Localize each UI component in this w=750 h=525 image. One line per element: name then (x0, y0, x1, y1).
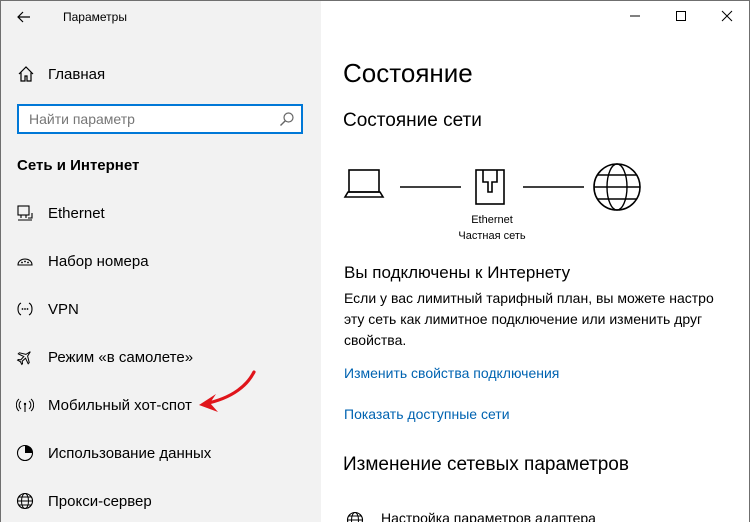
globe-icon (16, 492, 34, 510)
sidebar-item-proxy[interactable]: Прокси-сервер (0, 477, 321, 525)
sidebar-item-label: Ethernet (48, 204, 105, 222)
page-title: Состояние (343, 58, 473, 88)
ethernet-port-icon (475, 169, 505, 205)
sidebar: Параметры Главная Сеть и Интернет (0, 0, 321, 522)
close-icon (721, 10, 733, 22)
description-line: эту сеть как лимитное подключение или из… (344, 311, 703, 327)
close-button[interactable] (704, 0, 750, 32)
title-bar: Параметры (0, 0, 321, 34)
network-type: Частная сеть (458, 230, 526, 242)
description-line: свойства. (344, 332, 407, 348)
sidebar-item-label: VPN (48, 300, 79, 318)
minimize-button[interactable] (612, 0, 658, 32)
maximize-button[interactable] (658, 0, 704, 32)
ethernet-icon (16, 204, 34, 222)
connection-description: Если у вас лимитный тарифный план, вы мо… (344, 288, 750, 351)
section-title: Сеть и Интернет (17, 157, 140, 174)
dial-up-icon (16, 252, 34, 270)
adapter-caption: Ethernet Частная сеть (441, 212, 543, 244)
search-input[interactable] (19, 106, 279, 132)
sidebar-item-label: Набор номера (48, 252, 149, 270)
description-line: Если у вас лимитный тарифный план, вы мо… (344, 290, 714, 306)
home-label: Главная (48, 65, 106, 83)
annotation-arrow (199, 370, 256, 412)
computer-icon (343, 169, 385, 198)
sidebar-item-label: Прокси-сервер (48, 492, 152, 510)
adapter-settings-label: Настройка параметров адаптера (381, 510, 596, 522)
sidebar-item-mobile-hotspot[interactable]: Мобильный хот-спот (0, 381, 321, 429)
minimize-icon (630, 15, 640, 17)
app-title: Параметры (63, 10, 127, 24)
maximize-icon (676, 11, 686, 21)
hotspot-icon (16, 396, 34, 414)
data-usage-icon (16, 444, 34, 462)
adapter-settings-item[interactable]: Настройка параметров адаптера (343, 508, 743, 522)
sidebar-item-data-usage[interactable]: Использование данных (0, 429, 321, 477)
sidebar-item-label: Мобильный хот-спот (48, 396, 192, 414)
connected-heading: Вы подключены к Интернету (344, 263, 571, 282)
airplane-icon (16, 348, 34, 366)
sidebar-item-label: Режим «в самолете» (48, 348, 194, 366)
search-icon[interactable] (279, 111, 295, 127)
home-icon (17, 65, 35, 83)
change-connection-properties-link[interactable]: Изменить свойства подключения (344, 365, 559, 381)
back-button[interactable] (12, 6, 36, 28)
sidebar-item-vpn[interactable]: VPN (0, 285, 321, 333)
back-arrow-icon (17, 11, 30, 23)
internet-globe-icon (593, 163, 641, 211)
sidebar-nav: Ethernet Набор номера VPN Режим «в самол… (0, 189, 321, 525)
adapter-globe-icon (346, 511, 364, 522)
sidebar-item-dial-up[interactable]: Набор номера (0, 237, 321, 285)
show-available-networks-link[interactable]: Показать доступные сети (344, 406, 510, 422)
sidebar-item-ethernet[interactable]: Ethernet (0, 189, 321, 237)
network-status-title: Состояние сети (343, 110, 482, 131)
adapter-name: Ethernet (471, 214, 513, 226)
vpn-icon (16, 300, 34, 318)
main-content: Состояние Состояние сети Ethernet Частна… (321, 0, 750, 522)
window-controls (612, 0, 750, 32)
sidebar-item-home[interactable]: Главная (0, 60, 321, 88)
search-box[interactable] (17, 104, 303, 134)
sidebar-item-airplane-mode[interactable]: Режим «в самолете» (0, 333, 321, 381)
change-settings-title: Изменение сетевых параметров (343, 454, 629, 475)
sidebar-item-label: Использование данных (48, 444, 212, 462)
